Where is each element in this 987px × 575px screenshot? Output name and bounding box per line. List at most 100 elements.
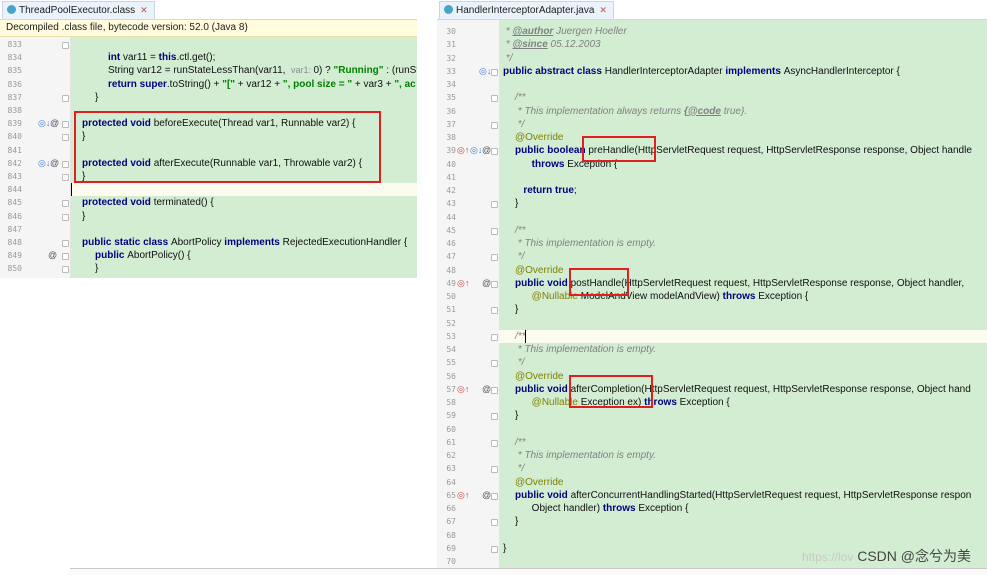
close-tab-icon[interactable]: ✕ [599, 5, 607, 15]
override-icon[interactable]: ◎↓ [38, 157, 50, 170]
code-line[interactable]: } [71, 210, 417, 223]
fold-marker-icon[interactable] [491, 333, 498, 341]
left-gutter[interactable]: 833 834 835 836 837 838 839 ◎↓ @840 841 842 ◎↓ @843 8… [0, 37, 71, 278]
annotation-icon[interactable]: @ [50, 117, 59, 130]
code-line[interactable]: /** [499, 91, 987, 104]
fold-marker-icon[interactable] [62, 240, 69, 247]
code-line[interactable] [499, 211, 987, 224]
code-line[interactable]: String var12 = runStateLessThan(var11, v… [71, 64, 417, 77]
code-line[interactable]: * This implementation is empty. [499, 343, 987, 356]
code-line[interactable] [499, 78, 987, 91]
code-line[interactable]: protected void terminated() { [71, 196, 417, 209]
code-line[interactable]: } [71, 262, 417, 275]
code-line[interactable]: } [499, 303, 987, 316]
overrides-method-icon[interactable]: ◎↑ [457, 489, 469, 502]
code-line[interactable] [499, 423, 987, 436]
annotation-icon[interactable]: @ [482, 489, 491, 502]
code-line[interactable]: } [71, 91, 417, 104]
fold-marker-icon[interactable] [491, 545, 498, 553]
fold-marker-icon[interactable] [62, 160, 69, 168]
code-line[interactable]: */ [499, 118, 987, 131]
code-line[interactable]: */ [499, 462, 987, 475]
code-line[interactable]: Object handler) throws Exception { [499, 502, 987, 515]
code-text: public void afterConcurrentHandlingStart… [515, 489, 971, 502]
code-line[interactable] [71, 223, 417, 236]
code-line[interactable]: public AbortPolicy() { [71, 249, 417, 262]
code-line[interactable]: } [499, 409, 987, 422]
code-line[interactable]: */ [499, 52, 987, 65]
code-line[interactable]: * This implementation is empty. [499, 449, 987, 462]
fold-marker-icon[interactable] [491, 227, 498, 235]
annotation-icon[interactable]: @ [48, 249, 57, 262]
fold-marker-icon[interactable] [491, 386, 498, 394]
code-line[interactable] [499, 317, 987, 330]
code-line[interactable]: int var11 = this.ctl.get(); [71, 51, 417, 64]
code-line[interactable]: } [499, 515, 987, 528]
code-line[interactable]: @Override [499, 476, 987, 489]
implemented-icon[interactable]: ◎↓ [470, 144, 482, 157]
fold-marker-icon[interactable] [62, 213, 69, 221]
fold-marker-icon[interactable] [62, 94, 69, 102]
fold-marker-icon[interactable] [62, 121, 69, 129]
code-line[interactable]: */ [499, 250, 987, 263]
code-line[interactable]: public void afterConcurrentHandlingStart… [499, 489, 987, 502]
fold-marker-icon[interactable] [491, 519, 498, 527]
fold-marker-icon[interactable] [491, 360, 498, 368]
close-tab-icon[interactable]: ✕ [140, 5, 148, 15]
code-line[interactable]: public abstract class HandlerInterceptor… [499, 65, 987, 78]
fold-marker-icon[interactable] [491, 95, 498, 103]
code-line[interactable]: public static class AbortPolicy implemen… [71, 236, 417, 249]
fold-marker-icon[interactable] [62, 266, 69, 274]
code-line[interactable] [499, 171, 987, 184]
code-line[interactable]: return super.toString() + "[" + var12 + … [71, 78, 417, 91]
code-line[interactable] [71, 38, 417, 51]
code-line[interactable]: /** [499, 436, 987, 449]
code-line[interactable] [499, 529, 987, 542]
fold-marker-icon[interactable] [491, 148, 498, 156]
line-number: 70 [446, 557, 456, 566]
annotation-icon[interactable]: @ [482, 144, 491, 157]
overrides-method-icon[interactable]: ◎↑ [457, 383, 469, 396]
code-line[interactable]: * @author Juergen Hoeller [499, 25, 987, 38]
line-number: 54 [446, 345, 456, 354]
fold-marker-icon[interactable] [491, 439, 498, 447]
fold-marker-icon[interactable] [62, 42, 69, 49]
fold-marker-icon[interactable] [491, 466, 498, 474]
fold-marker-icon[interactable] [491, 254, 498, 262]
fold-marker-icon[interactable] [62, 200, 69, 208]
overrides-method-icon[interactable]: ◎↑ [457, 277, 469, 290]
code-line[interactable]: * @since 05.12.2003 [499, 38, 987, 51]
right-gutter[interactable]: 30 31 32 33 ◎↓ 34 35 36 37 38 39 ◎↑ ◎↓ @40 41 42 43 44 45 4… [437, 20, 500, 568]
code-line[interactable]: /** [499, 224, 987, 237]
fold-marker-icon[interactable] [491, 68, 498, 76]
override-icon[interactable]: ◎↓ [38, 117, 50, 130]
code-line[interactable]: } [499, 197, 987, 210]
bottom-scrollbar[interactable] [70, 568, 987, 575]
annotation-icon[interactable]: @ [50, 157, 59, 170]
code-line[interactable]: throws Exception { [499, 158, 987, 171]
tab-threadpoolexecutor[interactable]: ThreadPoolExecutor.class ✕ [2, 1, 155, 19]
fold-marker-icon[interactable] [491, 413, 498, 421]
tab-handlerinterceptoradapter[interactable]: HandlerInterceptorAdapter.java ✕ [439, 1, 614, 19]
fold-marker-icon[interactable] [491, 121, 498, 129]
fold-marker-icon[interactable] [491, 307, 498, 315]
code-line[interactable]: * This implementation always returns {@c… [499, 105, 987, 118]
code-line[interactable] [71, 183, 417, 197]
annotation-icon[interactable]: @ [482, 277, 491, 290]
code-text: /** [515, 91, 526, 104]
code-line[interactable]: */ [499, 356, 987, 369]
fold-marker-icon[interactable] [62, 134, 69, 142]
annotation-icon[interactable]: @ [482, 383, 491, 396]
code-line[interactable]: * This implementation is empty. [499, 237, 987, 250]
code-line[interactable]: @Override [499, 131, 987, 144]
implemented-icon[interactable]: ◎↓ [479, 65, 491, 78]
code-line[interactable]: /** [499, 329, 987, 343]
fold-marker-icon[interactable] [62, 253, 69, 261]
fold-marker-icon[interactable] [491, 201, 498, 209]
code-line[interactable]: public boolean preHandle(HttpServletRequ… [499, 144, 987, 157]
overrides-method-icon[interactable]: ◎↑ [457, 144, 469, 157]
fold-marker-icon[interactable] [491, 280, 498, 288]
fold-marker-icon[interactable] [491, 492, 498, 500]
fold-marker-icon[interactable] [62, 174, 69, 181]
code-line[interactable]: return true; [499, 184, 987, 197]
